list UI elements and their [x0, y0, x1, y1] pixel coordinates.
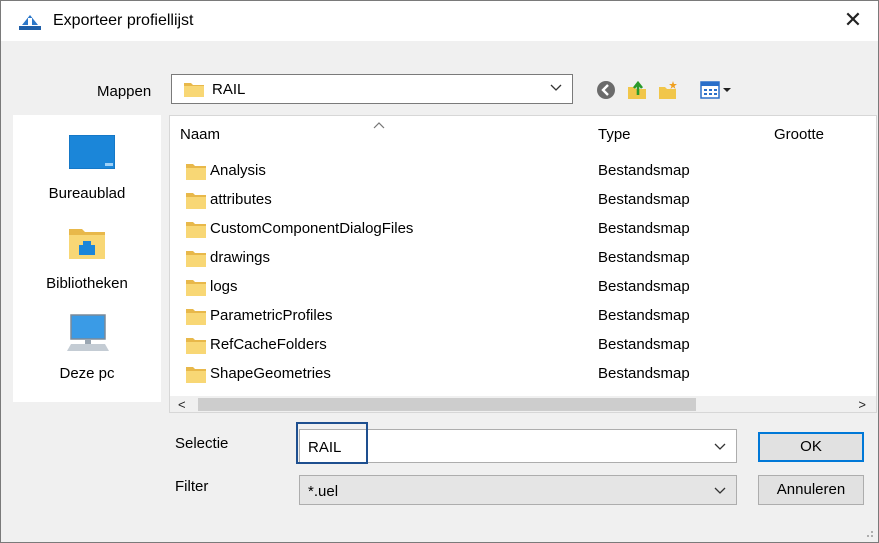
back-icon[interactable] [595, 79, 617, 101]
title-bar: Exporteer profiellijst ✕ [1, 1, 878, 41]
list-item[interactable]: logs Bestandsmap [170, 273, 870, 302]
filter-label: Filter [175, 478, 209, 495]
folder-dropdown[interactable]: RAIL [171, 74, 573, 104]
column-header-size[interactable]: Grootte [774, 126, 824, 143]
place-libraries[interactable]: Bibliotheken [13, 219, 161, 309]
folder-icon [186, 367, 206, 383]
folder-icon [186, 164, 206, 180]
app-icon [19, 15, 41, 30]
list-item[interactable]: ShapeGeometries Bestandsmap [170, 360, 870, 389]
folder-icon [186, 338, 206, 354]
places-bar: Bureaublad Bibliotheken Deze pc [13, 115, 161, 402]
file-type: Bestandsmap [598, 249, 690, 266]
folder-icon [186, 280, 206, 296]
up-folder-icon[interactable] [626, 79, 648, 101]
list-item[interactable]: drawings Bestandsmap [170, 244, 870, 273]
horizontal-scrollbar[interactable]: < > [170, 396, 876, 412]
export-profile-list-dialog: Exporteer profiellijst ✕ Mappen RAIL Bur… [0, 0, 879, 543]
file-name: ParametricProfiles [210, 307, 333, 324]
cancel-button[interactable]: Annuleren [758, 475, 864, 505]
close-button[interactable]: ✕ [840, 7, 866, 33]
sort-ascending-icon [373, 116, 385, 133]
dialog-title: Exporteer profiellijst [53, 12, 194, 29]
folder-icon [186, 222, 206, 238]
place-desktop[interactable]: Bureaublad [13, 129, 161, 219]
filter-dropdown[interactable]: *.uel [299, 475, 737, 505]
file-name: drawings [210, 249, 271, 266]
file-name: attributes [210, 191, 272, 208]
libraries-icon [69, 229, 105, 259]
chevron-down-icon[interactable] [714, 440, 726, 452]
file-type: Bestandsmap [598, 191, 690, 208]
file-name: RefCacheFolders [210, 336, 327, 353]
chevron-down-icon [550, 84, 562, 91]
file-name: Analysis [210, 162, 266, 179]
chevron-down-icon [714, 487, 726, 494]
scroll-left-arrow[interactable]: < [178, 397, 186, 412]
folder-icon [184, 83, 204, 97]
file-type: Bestandsmap [598, 162, 690, 179]
place-label-this-pc: Deze pc [59, 365, 115, 382]
ok-button[interactable]: OK [758, 432, 864, 462]
list-item[interactable]: Analysis Bestandsmap [170, 157, 870, 186]
folder-label: Mappen [97, 83, 152, 100]
selection-label: Selectie [175, 435, 229, 452]
place-this-pc[interactable]: Deze pc [13, 309, 161, 399]
desktop-icon [69, 135, 115, 169]
view-menu-icon[interactable] [699, 79, 739, 101]
selection-value: RAIL [308, 439, 342, 456]
column-header-name[interactable]: Naam [180, 126, 220, 143]
folder-icon [186, 193, 206, 209]
file-type: Bestandsmap [598, 365, 690, 382]
file-type: Bestandsmap [598, 336, 690, 353]
file-type: Bestandsmap [598, 220, 690, 237]
file-name: logs [210, 278, 238, 295]
file-type: Bestandsmap [598, 307, 690, 324]
folder-icon [186, 251, 206, 267]
scrollbar-thumb[interactable] [198, 398, 696, 411]
place-label-libraries: Bibliotheken [46, 275, 128, 292]
list-item[interactable]: CustomComponentDialogFiles Bestandsmap [170, 215, 870, 244]
resize-grip-icon[interactable] [864, 528, 874, 538]
file-name: CustomComponentDialogFiles [210, 220, 414, 237]
filter-value: *.uel [308, 483, 339, 500]
folder-icon [186, 309, 206, 325]
new-folder-icon[interactable] [657, 79, 679, 101]
file-name: ShapeGeometries [210, 365, 331, 382]
file-type: Bestandsmap [598, 278, 690, 295]
place-label-desktop: Bureaublad [48, 185, 126, 202]
list-item[interactable]: ParametricProfiles Bestandsmap [170, 302, 870, 331]
selection-input[interactable]: RAIL [296, 422, 737, 464]
current-folder: RAIL [212, 81, 246, 98]
this-pc-icon [67, 314, 109, 351]
column-header-type[interactable]: Type [598, 126, 631, 143]
list-item[interactable]: RefCacheFolders Bestandsmap [170, 331, 870, 360]
scroll-right-arrow[interactable]: > [858, 397, 866, 412]
file-list[interactable]: Naam Type Grootte Analysis Bestandsmap a… [169, 115, 877, 413]
list-item[interactable]: attributes Bestandsmap [170, 186, 870, 215]
